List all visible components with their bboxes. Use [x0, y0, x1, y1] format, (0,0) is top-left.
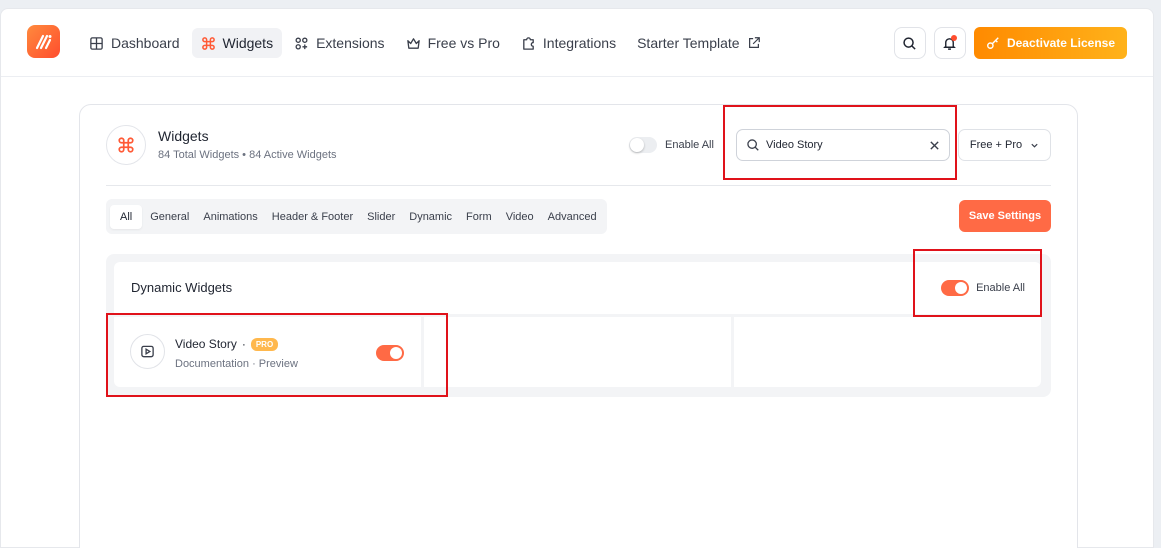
video-icon: [130, 334, 165, 369]
widget-name-row: Video Story · PRO: [175, 337, 279, 351]
notification-dot: [950, 35, 957, 41]
search-icon: [903, 36, 917, 50]
nav-label: Starter Template: [637, 35, 740, 51]
group-enable-all-label: Enable All: [976, 282, 1025, 294]
documentation-link[interactable]: Documentation: [175, 358, 249, 370]
license-label: Deactivate License: [1006, 36, 1115, 50]
deactivate-license-button[interactable]: Deactivate License: [973, 27, 1127, 59]
extensions-icon: [294, 36, 309, 51]
puzzle-icon: [521, 36, 536, 51]
empty-widget-slot: [424, 317, 731, 387]
command-icon: [201, 36, 216, 51]
nav-widgets[interactable]: Widgets: [191, 28, 283, 58]
logo-icon: [35, 34, 51, 49]
group-enable-all-control: Enable All: [941, 280, 1025, 296]
save-settings-button[interactable]: Save Settings: [959, 200, 1051, 232]
widgets-panel: Widgets 84 Total Widgets • 84 Active Wid…: [79, 104, 1078, 548]
chevron-down-icon: [1031, 143, 1038, 148]
pro-badge: PRO: [250, 337, 279, 351]
divider: [106, 185, 1051, 186]
widget-group-dynamic: Dynamic Widgets Enable All Video Story ·…: [106, 254, 1051, 397]
plan-filter-value: Free + Pro: [969, 139, 1023, 151]
nav-starter-template[interactable]: Starter Template: [628, 28, 770, 58]
group-enable-all-toggle[interactable]: [941, 280, 970, 296]
preview-link[interactable]: Preview: [259, 358, 298, 370]
nav-label: Integrations: [542, 35, 617, 51]
enable-all-control: Enable All: [629, 137, 714, 153]
widget-name: Video Story: [175, 337, 237, 351]
nav-extensions[interactable]: Extensions: [285, 28, 393, 58]
widget-card-video-story: Video Story · PRO Documentation · Previe…: [114, 317, 421, 387]
tab-dynamic[interactable]: Dynamic: [403, 205, 458, 229]
close-icon: [930, 140, 939, 150]
notifications-button[interactable]: [933, 27, 966, 59]
brand-logo[interactable]: [27, 25, 60, 58]
tab-all[interactable]: All: [110, 204, 143, 229]
key-icon: [986, 37, 999, 49]
enable-all-toggle[interactable]: [629, 137, 657, 153]
external-link-icon: [747, 36, 762, 51]
tab-slider[interactable]: Slider: [361, 205, 401, 229]
nav-label: Free vs Pro: [427, 35, 500, 51]
tab-header-footer[interactable]: Header & Footer: [266, 205, 359, 229]
nav-label: Widgets: [222, 35, 274, 51]
widgets-icon: [106, 125, 146, 165]
tab-video[interactable]: Video: [500, 205, 540, 229]
widget-search: [736, 129, 950, 161]
tab-form[interactable]: Form: [460, 205, 498, 229]
top-navigation-bar: Dashboard Widgets Extensions Free vs Pro: [1, 9, 1153, 77]
nav-dashboard[interactable]: Dashboard: [80, 28, 189, 58]
page-title: Widgets: [158, 128, 209, 144]
nav-free-vs-pro[interactable]: Free vs Pro: [397, 28, 509, 58]
link-separator: ·: [252, 358, 256, 370]
nav-label: Dashboard: [111, 35, 180, 51]
main-nav: Dashboard Widgets Extensions Free vs Pro: [80, 28, 771, 58]
tab-advanced[interactable]: Advanced: [542, 205, 603, 229]
enable-all-label: Enable All: [665, 139, 714, 151]
clear-search-button[interactable]: [929, 140, 940, 151]
widget-count: 84 Total Widgets • 84 Active Widgets: [158, 149, 337, 161]
search-button[interactable]: [893, 27, 926, 59]
widget-toggle[interactable]: [376, 345, 404, 361]
nav-label: Extensions: [316, 35, 385, 51]
grid-icon: [89, 36, 104, 51]
tab-general[interactable]: General: [144, 205, 195, 229]
empty-widget-slot: [734, 317, 1041, 387]
search-input[interactable]: [766, 139, 916, 151]
nav-integrations[interactable]: Integrations: [512, 28, 625, 58]
crown-icon: [406, 36, 421, 51]
widget-links: Documentation · Preview: [175, 358, 298, 370]
name-separator: ·: [241, 337, 246, 351]
group-title: Dynamic Widgets: [131, 280, 233, 295]
plan-filter-select[interactable]: Free + Pro: [958, 129, 1051, 161]
header-actions: Deactivate License: [893, 27, 1127, 59]
app-window: Dashboard Widgets Extensions Free vs Pro: [0, 8, 1154, 548]
category-tabs: All General Animations Header & Footer S…: [106, 199, 607, 234]
tab-animations[interactable]: Animations: [197, 205, 263, 229]
group-header: Dynamic Widgets Enable All: [114, 262, 1041, 314]
search-icon: [747, 139, 759, 151]
